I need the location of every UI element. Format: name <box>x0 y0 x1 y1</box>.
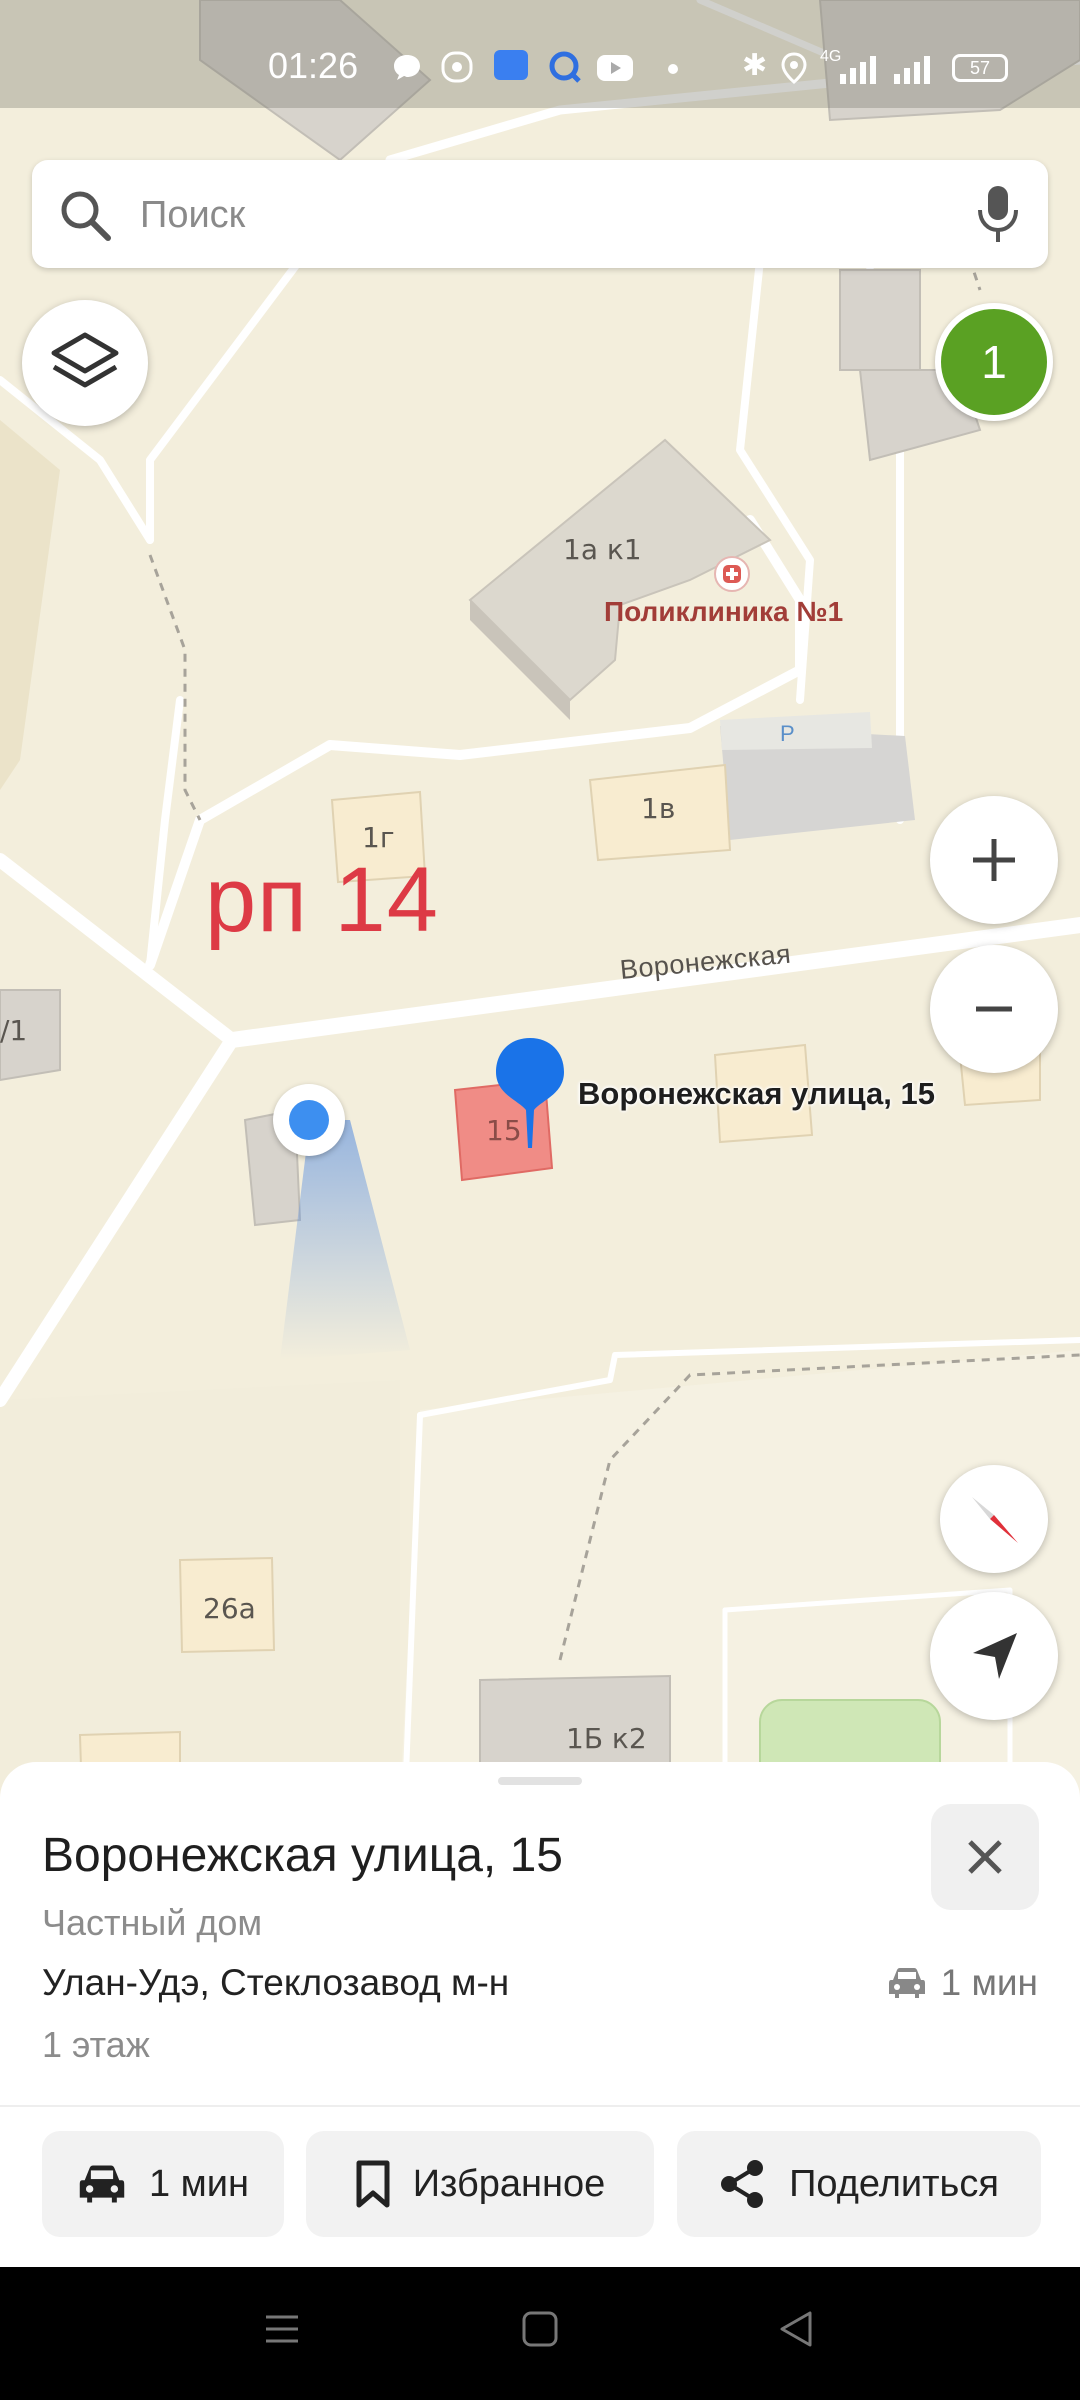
status-bar: 01:26 ✱ 4G 57 <box>0 0 1080 108</box>
route-button[interactable]: 1 мин <box>42 2131 284 2237</box>
favorite-label: Избранное <box>412 2162 606 2205</box>
microphone-icon[interactable] <box>976 184 1020 244</box>
building-label: 1в <box>641 792 676 825</box>
location-icon <box>781 52 807 84</box>
favorite-button[interactable]: Избранное <box>306 2131 654 2237</box>
app-badge-icon <box>494 50 528 80</box>
map-canvas[interactable] <box>0 0 1080 1800</box>
pin-label[interactable]: Воронежская улица, 15 <box>578 1076 935 1112</box>
battery-level: 57 <box>969 57 991 78</box>
building-label: 1Б к2 <box>566 1722 647 1755</box>
place-address: Улан-Удэ, Стеклозавод м-н <box>42 1962 510 2003</box>
youtube-icon <box>597 55 633 81</box>
building-label: /1 <box>0 1014 28 1047</box>
building-label: 1а к1 <box>563 533 642 566</box>
menu-icon[interactable] <box>262 2309 302 2349</box>
close-button[interactable] <box>931 1804 1039 1910</box>
action-bar: 1 мин Избранное Поделиться <box>0 2105 1080 2267</box>
layers-button[interactable] <box>22 300 148 426</box>
sheet-handle[interactable] <box>498 1777 582 1785</box>
car-icon <box>79 2165 125 2203</box>
user-location-dot <box>273 1084 345 1156</box>
back-icon[interactable] <box>776 2309 816 2349</box>
zoom-in-button[interactable] <box>930 796 1058 924</box>
share-button[interactable]: Поделиться <box>677 2131 1041 2237</box>
building-label: 26а <box>203 1592 256 1625</box>
bookmark-icon <box>356 2160 390 2208</box>
count-badge[interactable]: 1 <box>935 303 1053 421</box>
compass-button[interactable] <box>940 1465 1048 1573</box>
chat-icon <box>394 55 420 80</box>
compass-icon <box>972 1497 1018 1543</box>
home-icon[interactable] <box>520 2309 560 2349</box>
layers-icon <box>51 332 119 388</box>
signal-icon <box>894 56 930 84</box>
parking-label: P <box>780 721 795 746</box>
my-location-button[interactable] <box>930 1592 1058 1720</box>
hospital-icon[interactable] <box>714 556 750 592</box>
status-time: 01:26 <box>268 45 359 86</box>
car-icon <box>888 1968 925 1998</box>
poi-label[interactable]: Поликлиника №1 <box>604 596 843 628</box>
route-label: 1 мин <box>148 2162 250 2205</box>
search-icon <box>61 191 111 241</box>
zoom-out-button[interactable] <box>930 945 1058 1073</box>
viber-icon <box>441 51 473 83</box>
annotation-text: рп 14 <box>205 849 439 951</box>
map-view[interactable]: 1а к1 1в 1г 15 26а 1Б к2 /1 P Поликлиник… <box>0 0 1080 1800</box>
minus-icon <box>976 1006 1012 1012</box>
dot-icon <box>668 64 678 74</box>
search-app-icon <box>549 51 581 83</box>
place-title: Воронежская улица, 15 <box>42 1829 563 1882</box>
plus-icon <box>973 839 1015 881</box>
search-input[interactable]: Поиск <box>140 194 245 237</box>
battery-icon: 57 <box>952 54 1008 82</box>
close-icon <box>968 1840 1002 1874</box>
place-type: Частный дом <box>42 1902 263 1943</box>
bluetooth-icon: ✱ <box>742 49 768 82</box>
place-card[interactable]: Воронежская улица, 15 Частный дом Улан-У… <box>0 1762 1080 2105</box>
place-floors: 1 этаж <box>42 2024 150 2065</box>
search-bar[interactable]: Поиск <box>32 160 1048 268</box>
share-icon <box>721 2160 764 2208</box>
signal-icon <box>840 56 876 84</box>
travel-time-value: 1 мин <box>940 1962 1038 2003</box>
share-label: Поделиться <box>789 2162 999 2205</box>
navigation-arrow-icon <box>973 1633 1017 1679</box>
selected-pin-icon[interactable] <box>492 1036 568 1152</box>
travel-time[interactable]: 1 мин <box>887 1962 1038 2004</box>
system-nav-bar <box>0 2267 1080 2400</box>
